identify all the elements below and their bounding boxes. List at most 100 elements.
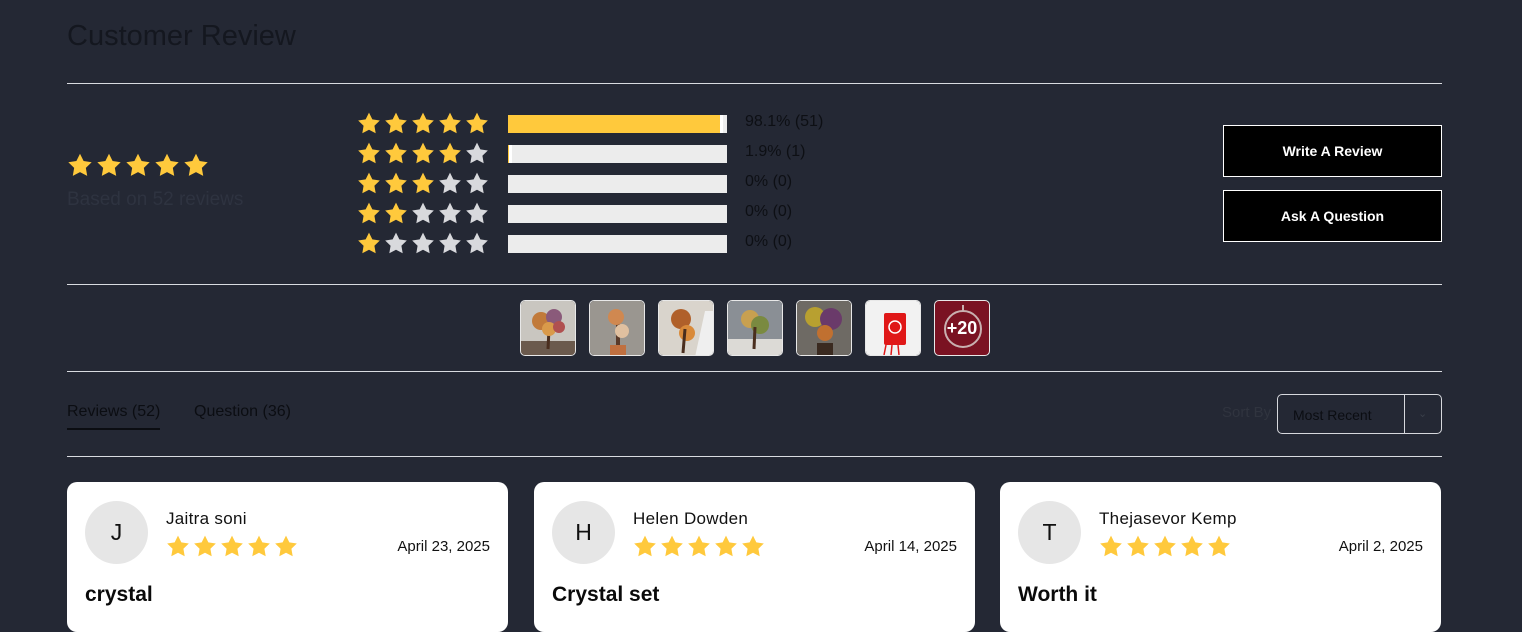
star-filled-icon <box>1098 534 1124 560</box>
rating-row-stars <box>356 201 490 227</box>
review-date: April 2, 2025 <box>1338 538 1423 555</box>
rating-bar <box>508 235 727 253</box>
tab-questions[interactable]: Question (36) <box>194 403 291 421</box>
review-card: T Thejasevor Kemp April 2, 2025 Worth it <box>1000 482 1441 632</box>
star-filled-icon <box>246 534 272 560</box>
star-empty-icon <box>437 171 463 197</box>
review-photo-thumbnail[interactable] <box>589 300 645 356</box>
star-filled-icon <box>219 534 245 560</box>
review-card: J Jaitra soni April 23, 2025 crystal <box>67 482 508 632</box>
star-filled-icon <box>1179 534 1205 560</box>
star-filled-icon <box>273 534 299 560</box>
star-filled-icon <box>686 534 712 560</box>
divider <box>67 83 1442 84</box>
avatar: H <box>552 501 615 564</box>
star-filled-icon <box>410 111 436 137</box>
rating-bar-label: 0% (0) <box>745 203 793 220</box>
review-rating-stars <box>1098 534 1232 560</box>
rating-row-stars <box>356 141 490 167</box>
write-review-button[interactable]: Write A Review <box>1223 125 1442 177</box>
star-filled-icon <box>410 171 436 197</box>
review-photo-thumbnail[interactable] <box>727 300 783 356</box>
star-filled-icon <box>383 201 409 227</box>
star-filled-icon <box>182 152 210 180</box>
star-filled-icon <box>464 111 490 137</box>
review-photo-thumbnail[interactable] <box>796 300 852 356</box>
star-filled-icon <box>356 141 382 167</box>
star-filled-icon <box>383 141 409 167</box>
rating-row-5[interactable]: 98.1% (51) <box>356 111 836 135</box>
review-title: Worth it <box>1018 583 1097 606</box>
star-filled-icon <box>124 152 152 180</box>
review-date: April 23, 2025 <box>397 538 490 555</box>
rating-row-3[interactable]: 0% (0) <box>356 171 836 195</box>
star-filled-icon <box>740 534 766 560</box>
rating-row-4[interactable]: 1.9% (1) <box>356 141 836 165</box>
rating-bar-fill <box>508 115 723 133</box>
page-title: Customer Review <box>67 20 296 52</box>
avatar: T <box>1018 501 1081 564</box>
more-photos-count: +20 <box>946 317 978 338</box>
star-empty-icon <box>410 231 436 257</box>
rating-bar <box>508 175 727 193</box>
star-filled-icon <box>66 152 94 180</box>
star-filled-icon <box>713 534 739 560</box>
rating-row-stars <box>356 231 490 257</box>
sort-select[interactable]: Most Recent ⌄ <box>1277 394 1442 434</box>
star-empty-icon <box>464 231 490 257</box>
rating-row-2[interactable]: 0% (0) <box>356 201 836 225</box>
star-filled-icon <box>1125 534 1151 560</box>
rating-bar <box>508 145 727 163</box>
star-filled-icon <box>383 171 409 197</box>
star-empty-icon <box>383 231 409 257</box>
review-count-text: Based on 52 reviews <box>67 189 244 210</box>
ask-question-button[interactable]: Ask A Question <box>1223 190 1442 242</box>
review-card: H Helen Dowden April 14, 2025 Crystal se… <box>534 482 975 632</box>
star-empty-icon <box>464 141 490 167</box>
tab-reviews[interactable]: Reviews (52) <box>67 403 161 430</box>
star-empty-icon <box>410 201 436 227</box>
star-filled-icon <box>1206 534 1232 560</box>
rating-row-stars <box>356 171 490 197</box>
star-empty-icon <box>437 201 463 227</box>
star-filled-icon <box>632 534 658 560</box>
star-filled-icon <box>356 231 382 257</box>
star-filled-icon <box>356 171 382 197</box>
star-empty-icon <box>464 201 490 227</box>
avatar: J <box>85 501 148 564</box>
review-author: Jaitra soni <box>166 509 247 528</box>
more-photos-button[interactable]: +20 <box>934 300 990 356</box>
select-divider <box>1404 395 1405 433</box>
star-filled-icon <box>437 141 463 167</box>
review-author: Helen Dowden <box>633 509 749 528</box>
sort-by-label: Sort By <box>1222 404 1272 421</box>
review-date: April 14, 2025 <box>864 538 957 555</box>
rating-bar <box>508 205 727 223</box>
sort-selected-value: Most Recent <box>1293 407 1372 423</box>
review-photo-thumbnail[interactable] <box>658 300 714 356</box>
rating-row-1[interactable]: 0% (0) <box>356 231 836 255</box>
review-rating-stars <box>632 534 766 560</box>
star-filled-icon <box>153 152 181 180</box>
star-filled-icon <box>383 111 409 137</box>
rating-bar-label: 0% (0) <box>745 173 793 190</box>
summary-rating-stars <box>66 152 210 180</box>
divider <box>67 284 1442 285</box>
review-photo-gallery: +20 <box>520 300 990 356</box>
star-filled-icon <box>95 152 123 180</box>
star-filled-icon <box>410 141 436 167</box>
star-filled-icon <box>659 534 685 560</box>
review-photo-thumbnail[interactable] <box>865 300 921 356</box>
divider <box>67 456 1442 457</box>
rating-bar-fill <box>508 145 513 163</box>
review-title: crystal <box>85 583 153 606</box>
divider <box>67 371 1442 372</box>
rating-bar <box>508 115 727 133</box>
chevron-down-icon: ⌄ <box>1418 408 1428 420</box>
star-empty-icon <box>437 231 463 257</box>
rating-row-stars <box>356 111 490 137</box>
review-title: Crystal set <box>552 583 660 606</box>
star-filled-icon <box>1152 534 1178 560</box>
star-filled-icon <box>356 201 382 227</box>
review-photo-thumbnail[interactable] <box>520 300 576 356</box>
